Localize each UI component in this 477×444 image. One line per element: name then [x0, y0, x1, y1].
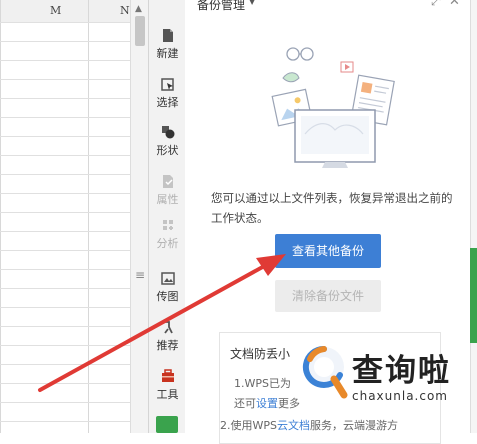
analysis-icon — [162, 220, 173, 230]
tool-select-label: 选择 — [156, 96, 179, 109]
tips-line-3-text-a: 2.使用WPS — [220, 419, 277, 432]
column-header-n[interactable]: N — [120, 4, 130, 17]
grid-row-line — [0, 155, 130, 156]
grid-row-line — [0, 250, 130, 251]
tips-line-3: 2.使用WPS云文档服务，云端漫游方 — [220, 417, 398, 433]
watermark-domain: chaxunla.com — [352, 389, 448, 403]
tool-upload-image-label: 传图 — [156, 290, 179, 303]
tool-analysis-label: 分析 — [156, 237, 179, 250]
grid-row-line — [0, 364, 130, 365]
grid-row-line — [0, 79, 130, 80]
collapse-sidebar-handle[interactable] — [470, 248, 477, 343]
grid-row-line — [0, 174, 130, 175]
settings-link[interactable]: 设置 — [256, 397, 278, 410]
tips-line-2-text-a: 还可 — [234, 397, 256, 410]
tool-shapes[interactable]: 形状 — [149, 125, 186, 158]
view-other-backups-button[interactable]: 查看其他备份 — [275, 234, 381, 268]
grid-row-line — [0, 326, 130, 327]
vertical-scrollbar[interactable]: ▲ ≡ — [130, 0, 148, 433]
tool-recommend[interactable]: 推荐 — [149, 320, 186, 353]
panel-title[interactable]: 备份管理 — [197, 0, 245, 13]
upload-image-icon — [160, 272, 175, 285]
new-file-icon — [162, 29, 173, 42]
magnifier-logo-icon — [302, 345, 348, 399]
grid-row-line — [0, 402, 130, 403]
expand-icon[interactable]: ⤢ — [431, 0, 441, 9]
shapes-icon — [161, 126, 174, 139]
tool-toolbox-label: 工具 — [156, 388, 179, 401]
toolbox-icon — [161, 369, 174, 382]
grid-row-line — [0, 269, 130, 270]
tips-line-1: 1.WPS已为 — [234, 375, 291, 391]
recommend-icon — [163, 321, 173, 334]
splitter-grip-icon[interactable]: ≡ — [135, 268, 145, 282]
scroll-thumb[interactable] — [135, 16, 145, 46]
tool-upload-image[interactable]: 传图 — [149, 271, 186, 304]
tool-shapes-label: 形状 — [156, 144, 179, 157]
clear-backup-files-button[interactable]: 清除备份文件 — [275, 280, 381, 312]
spreadsheet-grid[interactable]: M N ▲ ≡ — [0, 0, 148, 433]
grid-row-line — [0, 136, 130, 137]
grid-row-line — [0, 421, 130, 422]
grid-line — [88, 0, 89, 433]
tool-analysis[interactable]: 分析 — [149, 218, 186, 251]
tips-line-3-text-b: 服务，云端漫游方 — [310, 419, 398, 432]
grid-row-line — [0, 41, 130, 42]
cloud-docs-link[interactable]: 云文档 — [277, 419, 310, 432]
backup-description: 您可以通过以上文件列表，恢复异常退出之前的工作状态。 — [211, 191, 453, 225]
tips-line-1-text: 1.WPS已为 — [234, 377, 291, 390]
grid-row-line — [0, 98, 130, 99]
close-icon[interactable]: ✕ — [449, 0, 460, 9]
watermark-logo: 查询啦 chaxunla.com — [300, 343, 470, 407]
grid-row-line — [0, 345, 130, 346]
right-toolbar: 新建 选择 形状 属性 分析 传图 推荐 工具 — [148, 0, 187, 433]
column-header-m[interactable]: M — [50, 4, 61, 17]
grid-row-line — [0, 60, 130, 61]
scroll-up-icon[interactable]: ▲ — [135, 4, 142, 14]
grid-row-line — [0, 307, 130, 308]
grid-row-line — [0, 383, 130, 384]
tips-title: 文档防丢小 — [230, 347, 291, 361]
watermark-text: 查询啦 — [352, 353, 451, 389]
backup-tool-icon[interactable] — [156, 416, 178, 433]
tool-properties[interactable]: 属性 — [149, 174, 186, 207]
empty-backup-illustration — [271, 47, 395, 168]
select-cursor-icon — [160, 78, 174, 91]
tips-line-2-text-b: 更多 — [278, 397, 300, 410]
tips-line-2: 还可设置更多 — [234, 395, 300, 411]
tool-new[interactable]: 新建 — [149, 28, 186, 61]
grid-line — [0, 0, 1, 433]
tool-toolbox[interactable]: 工具 — [149, 369, 186, 402]
properties-icon — [162, 175, 173, 188]
grid-row-line — [0, 288, 130, 289]
right-edge-strip — [470, 0, 477, 433]
chevron-down-icon[interactable]: ▼ — [249, 0, 255, 6]
grid-row-line — [0, 231, 130, 232]
column-header-row: M N — [0, 0, 130, 23]
grid-row-line — [0, 22, 130, 23]
grid-row-line — [0, 193, 130, 194]
tool-new-label: 新建 — [156, 47, 179, 60]
tool-properties-label: 属性 — [156, 193, 179, 206]
tool-select[interactable]: 选择 — [149, 77, 186, 110]
tool-recommend-label: 推荐 — [156, 339, 179, 352]
grid-row-line — [0, 212, 130, 213]
grid-row-line — [0, 117, 130, 118]
